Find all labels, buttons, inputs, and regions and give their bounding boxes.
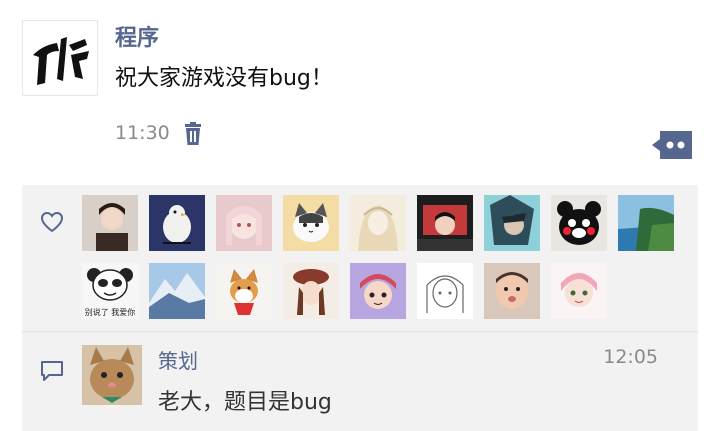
likes-panel: 别说了 我爱你 [22,185,698,331]
like-avatar-pink-girl[interactable] [551,263,607,319]
comment-author-name[interactable]: 策划 [158,345,198,374]
comments-panel: 策划 12:05 老大，题目是bug [22,332,698,431]
like-avatar-sketch-girl[interactable] [350,195,406,251]
more-dots-icon[interactable] [652,131,692,159]
like-avatar-warrior[interactable] [484,195,540,251]
like-avatar-bird[interactable] [149,195,205,251]
like-avatar-hat-girl[interactable] [283,263,339,319]
like-avatar-anime-girl[interactable] [216,195,272,251]
comment-avatar[interactable] [82,345,142,405]
like-avatar-kumamon[interactable] [551,195,607,251]
like-avatar-cat[interactable] [283,195,339,251]
comment-text[interactable]: 老大，题目是bug [158,384,332,416]
like-avatar-girl[interactable] [82,195,138,251]
like-avatar-panda-meme[interactable]: 别说了 我爱你 [82,263,138,319]
comment-time: 12:05 [603,346,658,368]
trash-icon[interactable] [183,122,203,146]
post-avatar[interactable] [22,20,98,96]
post-content: 祝大家游戏没有bug！ [115,66,333,91]
like-avatar-shiba[interactable] [216,263,272,319]
heart-icon [40,211,64,233]
like-avatar-mountain[interactable] [149,263,205,319]
post-time: 11:30 [115,122,170,144]
panda-meme-caption: 别说了 我爱你 [85,307,136,317]
comment-icon [40,360,64,382]
like-avatar-baby[interactable] [484,263,540,319]
like-avatar-red-character[interactable] [417,195,473,251]
like-avatar-cartoon[interactable] [350,263,406,319]
like-avatar-coast[interactable] [618,195,674,251]
calligraphy-avatar-image [33,37,89,85]
like-avatar-line-girl[interactable] [417,263,473,319]
post-author-name[interactable]: 程序 [115,20,159,52]
